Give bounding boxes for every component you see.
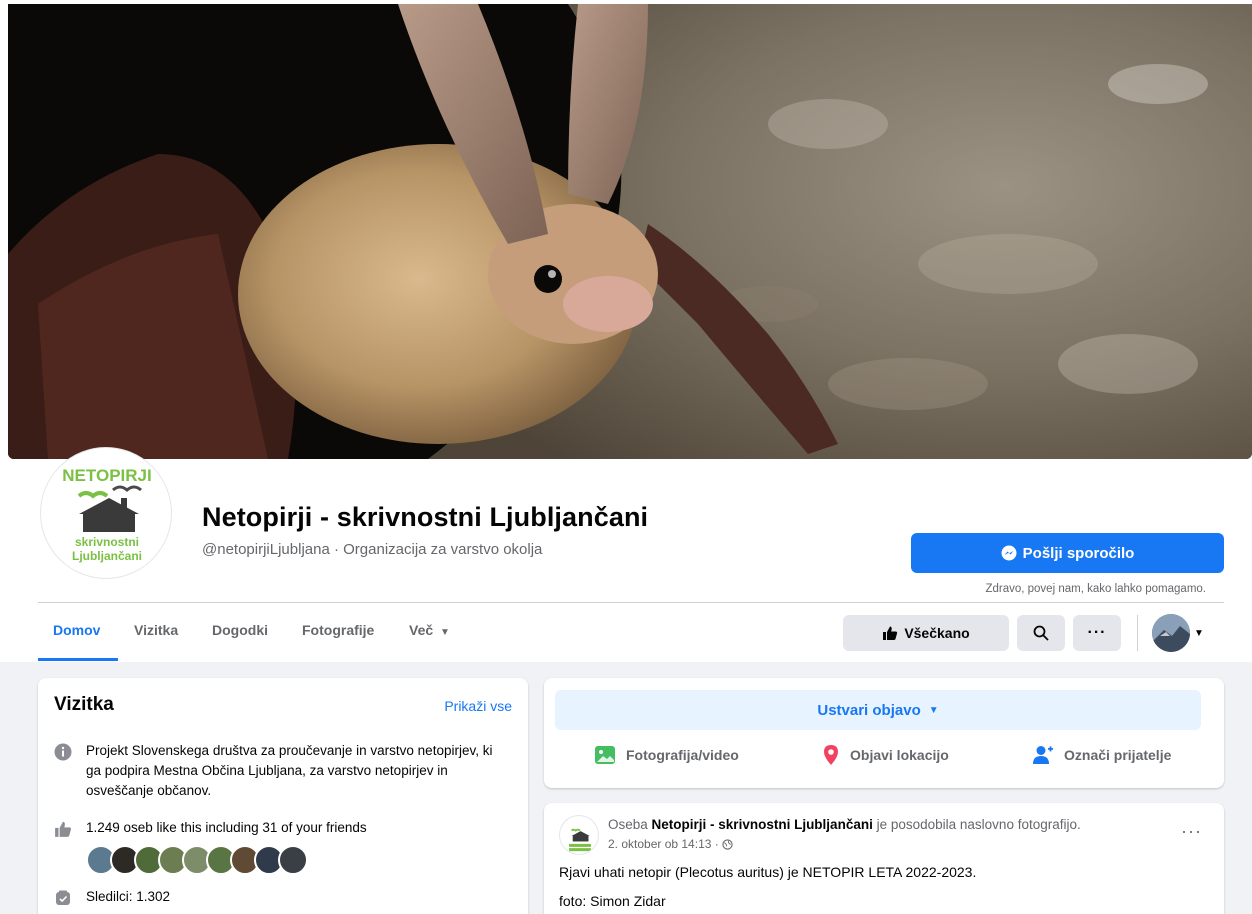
tag-friends-label: Označi prijatelje — [1064, 747, 1172, 763]
post-action: je posodobila naslovno fotografijo. — [876, 817, 1081, 832]
tab-events[interactable]: Dogodki — [212, 622, 268, 638]
post-prefix: Oseba — [608, 817, 648, 832]
tab-more-label: Več — [409, 622, 434, 638]
followers-icon — [56, 890, 70, 905]
about-card: Vizitka Prikaži vse Projekt Slovenskega … — [38, 678, 528, 914]
friend-avatar[interactable] — [278, 845, 308, 875]
header-divider — [38, 602, 1224, 603]
photo-video-action[interactable]: Fotografija/video — [594, 744, 739, 766]
liked-label: Všečkano — [904, 625, 970, 641]
search-icon — [1033, 625, 1049, 641]
post-meta: 2. oktober ob 14:13 · — [608, 837, 733, 851]
location-pin-icon — [824, 745, 838, 765]
about-followers: Sledilci: 1.302 — [86, 889, 171, 904]
more-dots-icon: ··· — [1087, 624, 1107, 641]
check-in-label: Objavi lokacijo — [850, 747, 949, 763]
page-logo-image — [569, 828, 591, 852]
liked-button[interactable]: Všečkano — [843, 615, 1009, 651]
page-subtitle: @netopirjiLjubljana · Organizacija za va… — [202, 541, 543, 558]
send-message-label: Pošlji sporočilo — [1022, 544, 1135, 562]
post-header: Oseba Netopirji - skrivnostni Ljubljanča… — [608, 817, 1081, 832]
create-post-card: Ustvari objavo ▼ Fotografija/video Objav… — [544, 678, 1224, 788]
send-message-hint: Zdravo, povej nam, kako lahko pomagamo. — [985, 583, 1206, 595]
bat-cover-image — [8, 4, 1252, 459]
page-logo-avatar[interactable]: NETOPIRJI skrivnostni Ljubljančani — [40, 447, 172, 579]
messenger-icon — [1001, 545, 1017, 561]
thumbs-up-icon — [883, 626, 898, 640]
about-followers-row: Sledilci: 1.302 — [54, 887, 170, 907]
about-description: Projekt Slovenskega društva za proučevan… — [86, 743, 493, 798]
svg-text:skrivnostni: skrivnostni — [75, 535, 139, 549]
toolbar-separator — [1137, 615, 1138, 651]
about-title: Vizitka — [54, 694, 114, 715]
post-photo-credit: foto: Simon Zidar — [559, 893, 666, 909]
create-post-button[interactable]: Ustvari objavo ▼ — [555, 690, 1201, 730]
tag-friends-icon — [1033, 746, 1053, 764]
create-post-label: Ustvari objavo — [817, 701, 921, 719]
post-card: Oseba Netopirji - skrivnostni Ljubljanča… — [544, 803, 1224, 914]
more-options-button[interactable]: ··· — [1073, 615, 1121, 651]
photo-icon — [595, 746, 615, 764]
page-logo-image: NETOPIRJI skrivnostni Ljubljančani — [62, 466, 151, 563]
about-likes-row: 1.249 oseb like this including 31 of you… — [54, 818, 367, 838]
svg-text:NETOPIRJI: NETOPIRJI — [62, 466, 151, 485]
about-description-row: Projekt Slovenskega društva za proučevan… — [54, 741, 494, 801]
info-icon — [54, 743, 72, 761]
caret-down-icon: ▼ — [1194, 627, 1204, 639]
page-title: Netopirji - skrivnostni Ljubljančani — [202, 502, 649, 532]
friend-avatars — [86, 845, 308, 875]
profile-avatar — [1152, 614, 1190, 652]
tab-home[interactable]: Domov — [53, 622, 100, 638]
photo-video-label: Fotografija/video — [626, 747, 739, 763]
caret-down-icon: ▼ — [440, 627, 450, 638]
post-text: Rjavi uhati netopir (Plecotus auritus) j… — [559, 864, 977, 880]
about-likes: 1.249 oseb like this including 31 of you… — [86, 820, 367, 835]
send-message-button[interactable]: Pošlji sporočilo — [911, 533, 1224, 573]
tab-more[interactable]: Več ▼ — [409, 622, 450, 638]
post-options-button[interactable]: ··· — [1181, 821, 1202, 842]
tab-photos[interactable]: Fotografije — [302, 622, 374, 638]
check-in-action[interactable]: Objavi lokacijo — [822, 744, 949, 766]
thumbs-up-icon — [55, 821, 72, 837]
tag-friends-action[interactable]: Označi prijatelje — [1032, 744, 1171, 766]
tab-about[interactable]: Vizitka — [134, 622, 178, 638]
post-author-avatar[interactable] — [559, 815, 599, 855]
svg-text:Ljubljančani: Ljubljančani — [72, 549, 142, 563]
post-timestamp[interactable]: 2. oktober ob 14:13 · — [608, 837, 719, 851]
globe-icon — [722, 838, 733, 850]
post-author-link[interactable]: Netopirji - skrivnostni Ljubljančani — [652, 817, 873, 832]
cover-photo[interactable] — [8, 4, 1252, 459]
show-all-link[interactable]: Prikaži vse — [444, 698, 512, 714]
caret-down-icon: ▼ — [928, 704, 939, 716]
profile-switcher[interactable]: ▼ — [1152, 614, 1214, 652]
tab-active-underline — [38, 658, 118, 661]
search-button[interactable] — [1017, 615, 1065, 651]
